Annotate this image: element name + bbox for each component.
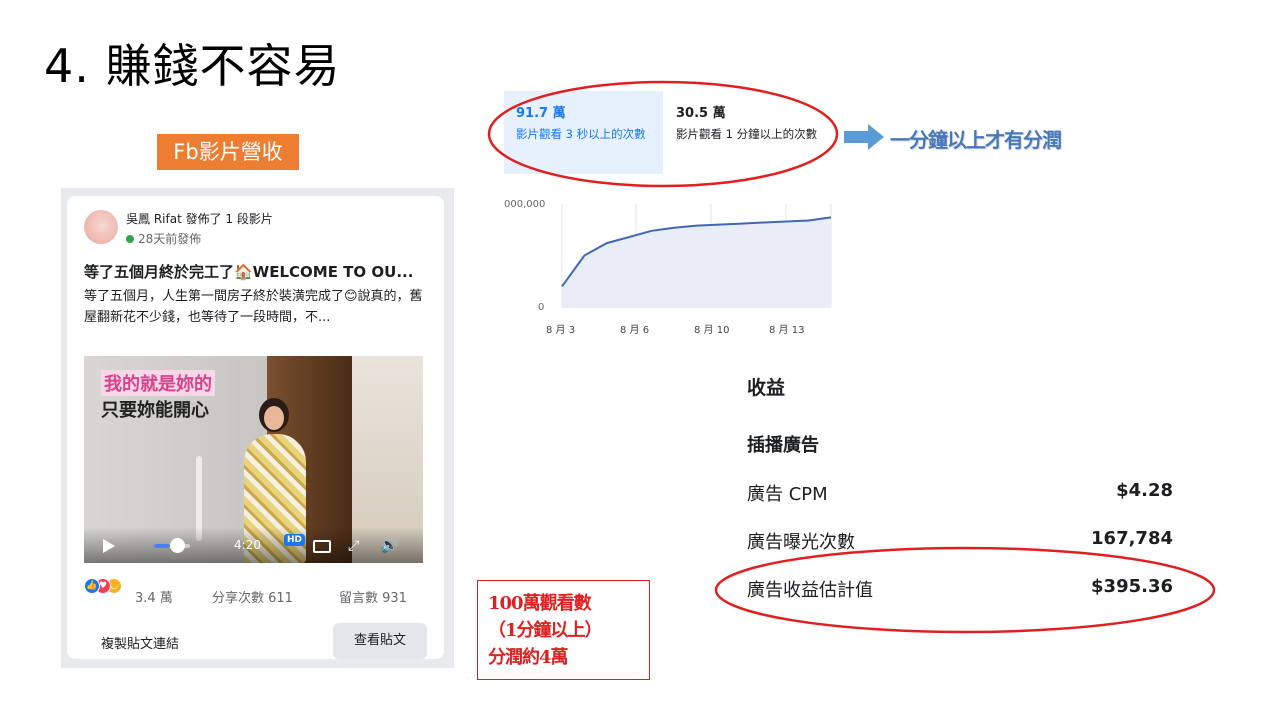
share-count[interactable]: 分享次數 611 xyxy=(212,587,293,606)
post-time-text: 28天前發佈 xyxy=(138,232,202,246)
video-scrubber-handle[interactable] xyxy=(170,538,185,553)
comment-count[interactable]: 留言數 931 xyxy=(339,587,407,606)
video-player[interactable]: 我的就是妳的 只要妳能開心 4:20 HD ⤢ 🔊 xyxy=(84,356,423,563)
red-note-line-3: 分潤約4萬 xyxy=(488,647,569,668)
copy-post-link-button[interactable]: 複製貼文連結 xyxy=(101,633,179,652)
video-controls: 4:20 HD ⤢ 🔊 xyxy=(84,527,423,563)
view-post-button[interactable]: 查看貼文 xyxy=(333,623,427,659)
arrow-annotation: 一分鐘以上才有分潤 xyxy=(890,128,1062,152)
post-timestamp[interactable]: 28天前發佈 xyxy=(126,230,201,247)
online-status-icon xyxy=(126,234,134,243)
avatar[interactable] xyxy=(84,210,118,244)
red-note-line-2: （1分鐘以上） xyxy=(488,620,603,641)
three-second-views-value: 91.7 萬 xyxy=(516,106,566,121)
video-overlay-text-1: 我的就是妳的 xyxy=(101,370,215,396)
red-annotation-box: 100萬觀看數 （1分鐘以上） 分潤約4萬 xyxy=(477,580,650,680)
facebook-post-screenshot: 吳鳳 Rifat 發佈了 1 段影片 28天前發佈 等了五個月終於完工了🏠WEL… xyxy=(61,188,454,668)
cast-icon[interactable] xyxy=(313,540,331,553)
hd-badge[interactable]: HD xyxy=(284,534,306,546)
revenue-title: 收益 xyxy=(747,377,786,399)
ad-impressions-label: 廣告曝光次數 xyxy=(747,532,855,553)
right-arrow-icon xyxy=(844,124,884,150)
revenue-subtitle: 插播廣告 xyxy=(747,435,819,456)
chart-y-tick-label: 0 xyxy=(538,302,544,313)
fb-revenue-tag: Fb影片營收 xyxy=(157,134,299,170)
post-body: 等了五個月，人生第一間房子終於裝潢完成了😊說真的，舊屋翻新花不少錢，也等待了一段… xyxy=(84,289,423,325)
one-minute-views-label[interactable]: 影片觀看 1 分鐘以上的次數 xyxy=(676,124,826,144)
reaction-count[interactable]: 3.4 萬 xyxy=(135,587,173,606)
views-line-chart: 000,000 08 月 3 8 月 6 8 月 10 8 月 13 xyxy=(504,199,832,336)
video-overlay-text-2: 只要妳能開心 xyxy=(101,400,209,421)
red-note-line-1: 100萬觀看數 xyxy=(488,593,592,614)
estimated-ad-revenue-value: $395.36 xyxy=(1091,576,1173,597)
post-author-line[interactable]: 吳鳳 Rifat 發佈了 1 段影片 xyxy=(126,210,273,227)
chart-x-tick-label: 8 月 3 xyxy=(546,324,575,336)
chart-area-fill xyxy=(562,217,831,307)
post-headline: 等了五個月終於完工了🏠WELCOME TO OU... xyxy=(84,263,414,281)
ad-cpm-value: $4.28 xyxy=(1116,480,1173,501)
play-icon[interactable] xyxy=(103,539,115,553)
post-card: 吳鳳 Rifat 發佈了 1 段影片 28天前發佈 等了五個月終於完工了🏠WEL… xyxy=(67,196,444,659)
ad-impressions-value: 167,784 xyxy=(1091,528,1173,549)
ad-cpm-label: 廣告 CPM xyxy=(747,484,828,505)
chart-x-tick-label: 8 月 6 xyxy=(620,324,649,336)
video-progress-fill xyxy=(154,544,171,548)
chart-x-tick-label: 8 月 10 xyxy=(694,324,729,336)
chart-x-tick-label: 8 月 13 xyxy=(769,324,804,336)
volume-icon[interactable]: 🔊 xyxy=(380,536,399,554)
three-second-views-label: 影片觀看 3 秒以上的次數 xyxy=(516,127,646,141)
fullscreen-icon[interactable]: ⤢ xyxy=(348,538,359,554)
one-minute-views-value[interactable]: 30.5 萬 xyxy=(676,102,726,121)
slide-title: 4. 賺錢不容易 xyxy=(44,39,341,93)
video-time: 4:20 xyxy=(234,538,261,552)
video-frame-person-face xyxy=(264,406,284,430)
estimated-ad-revenue-label: 廣告收益估計值 xyxy=(747,580,873,601)
like-icon: 👍 xyxy=(84,578,100,594)
chart-y-tick-label: 000,000 xyxy=(504,199,545,210)
